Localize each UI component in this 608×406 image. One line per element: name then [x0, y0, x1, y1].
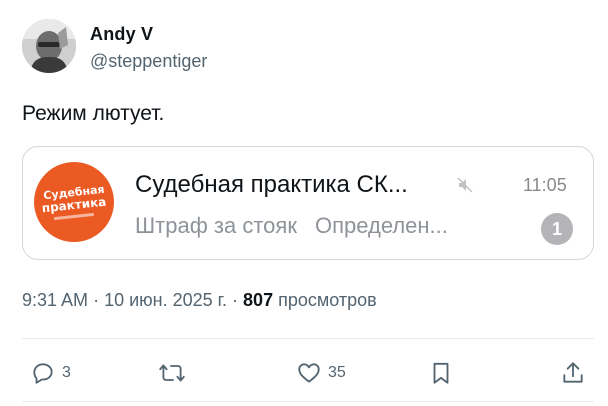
tweet-meta: 9:31 AM · 10 июн. 2025 г. · 807 просмотр… — [22, 290, 377, 311]
bookmark-button[interactable] — [428, 360, 454, 386]
like-count: 35 — [328, 364, 346, 381]
meta-separator: · — [232, 290, 239, 310]
avatar[interactable] — [22, 19, 76, 73]
heart-icon — [298, 363, 320, 383]
share-button[interactable] — [560, 360, 586, 386]
tweet-date[interactable]: 10 июн. 2025 г. — [104, 290, 227, 310]
tweet-text: Режим лютует. — [22, 102, 165, 125]
meta-separator: · — [93, 290, 100, 310]
divider — [22, 401, 594, 402]
mute-icon — [457, 177, 473, 193]
channel-logo: Судебная практика — [34, 162, 114, 242]
avatar-image — [22, 19, 76, 73]
channel-time: 11:05 — [523, 175, 567, 195]
retweet-icon — [159, 364, 185, 382]
message-preview-part1: Штраф за стояк — [135, 213, 297, 238]
views-count[interactable]: 807 — [243, 290, 273, 310]
author-name[interactable]: Andy V — [90, 24, 153, 45]
reply-count: 3 — [62, 364, 71, 381]
message-preview-part2: Определен... — [314, 213, 448, 238]
bookmark-icon — [433, 362, 449, 384]
channel-logo-tagline — [53, 212, 95, 221]
like-button[interactable]: 35 — [296, 360, 346, 386]
author-handle[interactable]: @steppentiger — [90, 51, 207, 72]
retweet-button[interactable] — [158, 360, 186, 386]
reply-icon — [33, 363, 53, 384]
share-icon — [563, 362, 583, 383]
channel-name: Судебная практика СК... — [135, 171, 408, 198]
divider — [22, 338, 594, 339]
reply-button[interactable]: 3 — [30, 360, 71, 386]
embedded-chat-card[interactable]: Судебная практика Судебная практика СК..… — [22, 146, 594, 260]
unread-badge: 1 — [541, 213, 573, 245]
views-label: просмотров — [278, 290, 377, 310]
tweet-time[interactable]: 9:31 AM — [22, 290, 88, 310]
message-preview: Штраф за стояк Определен... — [135, 213, 448, 239]
